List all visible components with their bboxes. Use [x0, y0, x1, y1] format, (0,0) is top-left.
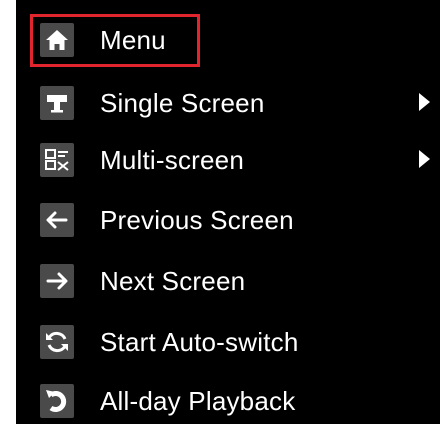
multi-screen-icon — [40, 143, 74, 177]
arrow-left-icon — [40, 203, 74, 237]
menu-item-start-auto-switch[interactable]: Start Auto-switch — [16, 312, 440, 372]
menu-item-label: All-day Playback — [100, 386, 296, 416]
chevron-right-icon — [419, 150, 430, 168]
menu-item-all-day-playback[interactable]: All-day Playback — [16, 371, 440, 431]
menu-item-next-screen[interactable]: Next Screen — [16, 251, 440, 311]
chevron-right-icon — [419, 93, 430, 111]
home-icon — [40, 23, 74, 57]
menu-item-label: Menu — [100, 25, 166, 55]
menu-item-label: Start Auto-switch — [100, 327, 299, 357]
context-menu: Menu Single Screen Multi-screen Previous… — [16, 0, 440, 424]
menu-item-label: Multi-screen — [100, 145, 244, 175]
refresh-icon — [40, 325, 74, 359]
menu-item-label: Previous Screen — [100, 205, 294, 235]
arrow-right-icon — [40, 264, 74, 298]
menu-item-single-screen[interactable]: Single Screen — [16, 73, 440, 133]
playback-icon — [40, 384, 74, 418]
menu-item-label: Single Screen — [100, 88, 265, 118]
menu-item-label: Next Screen — [100, 266, 246, 296]
menu-item-previous-screen[interactable]: Previous Screen — [16, 190, 440, 250]
menu-item-multi-screen[interactable]: Multi-screen — [16, 130, 440, 190]
menu-item-menu[interactable]: Menu — [16, 10, 440, 70]
single-screen-icon — [40, 86, 74, 120]
